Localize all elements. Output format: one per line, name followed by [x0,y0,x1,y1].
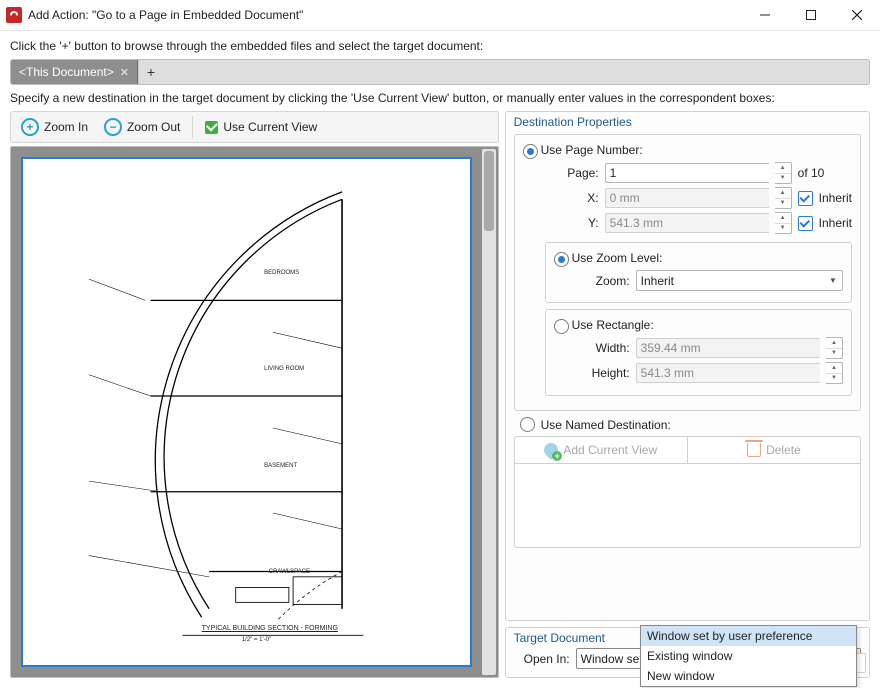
tab-close-icon[interactable]: ✕ [120,66,129,79]
maximize-button[interactable] [788,0,834,30]
document-tabstrip: <This Document> ✕ + [10,59,870,85]
page-input[interactable] [605,163,769,183]
zoom-combo[interactable]: Inherit ▼ [636,270,843,291]
add-current-view-label: Add Current View [563,443,657,457]
width-input [636,338,820,358]
page-label: Page: [545,166,599,180]
use-named-destination-label: Use Named Destination: [541,418,671,432]
x-label: X: [545,191,599,205]
y-input [605,213,769,233]
use-zoom-label: Use Zoom Level: [572,251,843,265]
target-document-title: Target Document [514,631,605,645]
destination-properties-group: Destination Properties Use Page Number: … [505,111,870,621]
label-crawl: CRAWLSPACE [269,569,310,575]
use-rectangle-group: Use Rectangle: Width: ▲▼ Height: ▲▼ [545,309,852,396]
label-bedrooms: BEDROOMS [264,270,299,276]
chevron-down-icon: ▼ [825,272,841,289]
x-input [605,188,769,208]
drawing-title: TYPICAL BUILDING SECTION - FORMING [202,625,338,632]
named-destinations-list: Add Current View Delete [514,436,861,548]
height-spinner: ▲▼ [826,362,843,384]
blueprint-svg [23,159,470,665]
scrollbar-thumb[interactable] [484,151,494,231]
app-icon [6,7,22,23]
x-inherit-check[interactable] [798,191,813,206]
use-current-view-button[interactable]: Use Current View [199,117,323,137]
destination-properties-title: Destination Properties [514,115,632,129]
label-living: LIVING ROOM [264,366,304,372]
zoom-out-label: Zoom Out [127,120,180,134]
label-basement: BASEMENT [264,463,297,469]
minimize-icon [760,10,770,20]
preview-scrollbar[interactable] [482,149,496,675]
dropdown-option[interactable]: New window [641,666,856,686]
use-current-view-label: Use Current View [223,120,317,134]
close-icon [852,10,862,20]
dropdown-option[interactable]: Window set by user preference [641,626,856,646]
delete-destination-button[interactable]: Delete [688,437,860,463]
page-of-label: of 10 [798,166,825,180]
zoom-out-button[interactable]: − Zoom Out [98,115,186,139]
zoom-value: Inherit [641,274,674,288]
open-in-label: Open In: [514,652,570,666]
open-in-dropdown[interactable]: Window set by user preference Existing w… [640,625,857,687]
y-inherit-check[interactable] [798,216,813,231]
height-label: Height: [576,366,630,380]
radio-use-page-number[interactable] [523,144,538,159]
dropdown-option[interactable]: Existing window [641,646,856,666]
pin-add-icon [544,443,558,457]
radio-use-rectangle[interactable] [554,319,569,334]
use-zoom-group: Use Zoom Level: Zoom: Inherit ▼ [545,242,852,303]
check-icon [205,121,218,134]
drawing-scale: 1/2" = 1'-0" [242,637,271,643]
x-spinner[interactable]: ▲▼ [775,187,792,209]
minimize-button[interactable] [742,0,788,30]
use-page-number-group: Use Page Number: Page: ▲▼ of 10 X: ▲▼ In… [514,134,861,411]
width-label: Width: [576,341,630,355]
page-preview[interactable]: BEDROOMS LIVING ROOM BASEMENT CRAWLSPACE… [10,146,499,678]
tab-label: <This Document> [19,65,114,79]
radio-use-zoom[interactable] [554,252,569,267]
width-spinner: ▲▼ [826,337,843,359]
title-bar: Add Action: "Go to a Page in Embedded Do… [0,0,880,31]
maximize-icon [806,10,816,20]
close-button[interactable] [834,0,880,30]
zoom-label: Zoom: [576,274,630,288]
tab-this-document[interactable]: <This Document> ✕ [11,60,138,84]
zoom-in-label: Zoom In [44,120,88,134]
y-label: Y: [545,216,599,230]
preview-toolbar: + Zoom In − Zoom Out Use Current View [10,111,499,143]
zoom-in-icon: + [21,118,39,136]
instruction-mid: Specify a new destination in the target … [10,91,870,105]
plus-icon: + [147,64,155,80]
trash-icon [747,443,761,457]
window-title: Add Action: "Go to a Page in Embedded Do… [28,8,303,22]
zoom-in-button[interactable]: + Zoom In [15,115,94,139]
y-spinner[interactable]: ▲▼ [775,212,792,234]
delete-label: Delete [766,443,801,457]
toolbar-divider [192,116,193,138]
instruction-top: Click the '+' button to browse through t… [10,39,870,53]
x-inherit-label: Inherit [819,191,852,205]
page-canvas: BEDROOMS LIVING ROOM BASEMENT CRAWLSPACE… [21,157,472,667]
height-input [636,363,820,383]
zoom-out-icon: − [104,118,122,136]
add-current-view-button[interactable]: Add Current View [515,437,688,463]
y-inherit-label: Inherit [819,216,852,230]
add-tab-button[interactable]: + [138,60,163,84]
use-page-number-label: Use Page Number: [541,143,852,157]
radio-use-named-destination[interactable] [520,417,535,432]
use-rectangle-label: Use Rectangle: [572,318,843,332]
page-spinner[interactable]: ▲▼ [775,162,792,184]
